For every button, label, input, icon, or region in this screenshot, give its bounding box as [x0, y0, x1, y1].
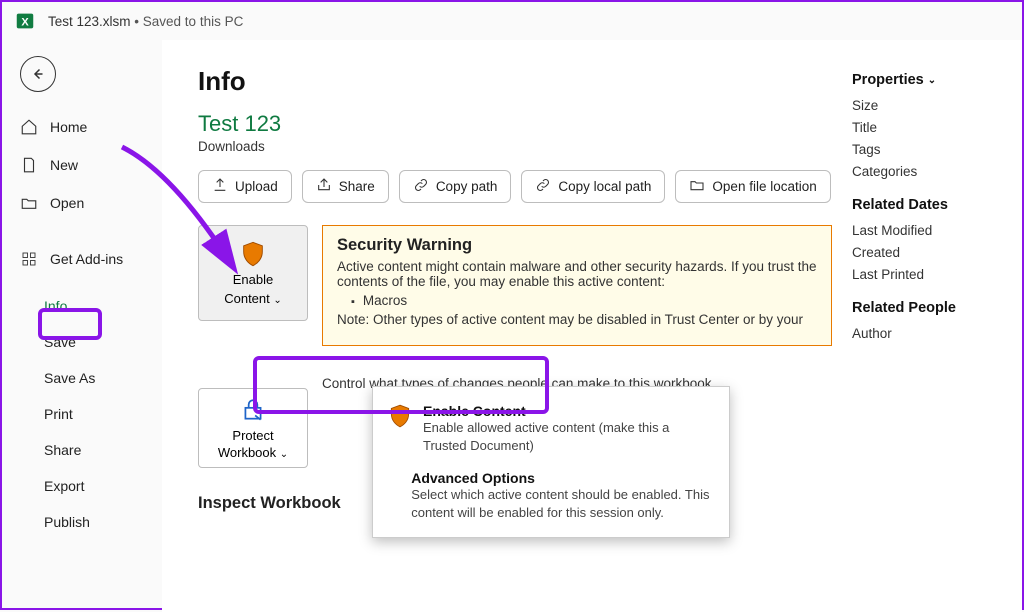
action-button-row: Upload Share Copy path Copy local path O…	[198, 170, 832, 203]
titlebar: X Test 123.xlsm • Saved to this PC	[2, 2, 1022, 40]
chevron-down-icon: ⌄	[928, 75, 936, 86]
shield-icon	[239, 240, 267, 268]
addins-icon	[20, 250, 38, 268]
menu-item-desc: Select which active content should be en…	[411, 486, 715, 521]
security-warning-text: Active content might contain malware and…	[337, 259, 817, 289]
sidebar-item-print[interactable]: Print	[2, 396, 162, 432]
menu-item-desc: Enable allowed active content (make this…	[423, 419, 715, 454]
button-label: Content	[224, 291, 270, 306]
property-size[interactable]: Size	[852, 98, 1012, 113]
menu-item-advanced-options[interactable]: Advanced Options Select which active con…	[373, 462, 729, 529]
security-warning-list-item: Macros	[351, 293, 817, 308]
menu-item-title: Advanced Options	[411, 470, 715, 486]
sidebar-item-label: New	[50, 157, 78, 173]
property-created: Created	[852, 245, 1012, 260]
enable-content-button[interactable]: Enable Content ⌄	[198, 225, 308, 321]
main-panel: Info Test 123 Downloads Upload Share Cop…	[162, 40, 1022, 612]
window-title: Test 123.xlsm • Saved to this PC	[48, 14, 243, 29]
button-label: Copy local path	[558, 179, 651, 194]
upload-button[interactable]: Upload	[198, 170, 292, 203]
properties-panel: Properties ⌄ Size Title Tags Categories …	[852, 66, 1012, 612]
open-icon	[20, 194, 38, 212]
page-title: Info	[198, 66, 832, 97]
excel-icon: X	[14, 10, 36, 32]
sidebar-item-label: Open	[50, 195, 84, 211]
sidebar-item-save[interactable]: Save	[2, 324, 162, 360]
sidebar: Home New Open Get Add-ins Info Save Save…	[2, 40, 162, 612]
related-people-header: Related People	[852, 300, 1012, 316]
property-title[interactable]: Title	[852, 120, 1012, 135]
sidebar-item-label: Home	[50, 119, 87, 135]
sidebar-item-saveas[interactable]: Save As	[2, 360, 162, 396]
button-label: Share	[339, 179, 375, 194]
chevron-down-icon: ⌄	[280, 449, 288, 460]
sidebar-item-label: Info	[44, 298, 67, 314]
security-warning-title: Security Warning	[337, 236, 817, 255]
open-location-button[interactable]: Open file location	[675, 170, 830, 203]
document-location: Downloads	[198, 139, 832, 154]
enable-content-dropdown: Enable Content Enable allowed active con…	[372, 386, 730, 538]
sidebar-item-info[interactable]: Info	[2, 288, 162, 324]
property-last-printed: Last Printed	[852, 267, 1012, 282]
property-author: Author	[852, 326, 1012, 341]
copy-local-path-button[interactable]: Copy local path	[521, 170, 665, 203]
header-label: Properties	[852, 72, 924, 88]
property-tags[interactable]: Tags	[852, 142, 1012, 157]
back-button[interactable]	[20, 56, 56, 92]
document-title: Test 123	[198, 111, 832, 137]
button-label: Copy path	[436, 179, 498, 194]
spacer	[387, 470, 401, 521]
sidebar-item-addins[interactable]: Get Add-ins	[2, 240, 162, 278]
sidebar-item-open[interactable]: Open	[2, 184, 162, 222]
folder-icon	[689, 177, 705, 196]
related-dates-header: Related Dates	[852, 197, 1012, 213]
button-label: Open file location	[712, 179, 816, 194]
menu-item-enable-content[interactable]: Enable Content Enable allowed active con…	[373, 395, 729, 462]
link-icon	[413, 177, 429, 196]
upload-icon	[212, 177, 228, 196]
share-button[interactable]: Share	[302, 170, 389, 203]
link-icon	[535, 177, 551, 196]
sidebar-item-export[interactable]: Export	[2, 468, 162, 504]
button-label: Workbook	[218, 445, 276, 460]
property-categories[interactable]: Categories	[852, 164, 1012, 179]
protect-icon	[240, 397, 266, 426]
protect-workbook-button[interactable]: Protect Workbook ⌄	[198, 388, 308, 468]
new-icon	[20, 156, 38, 174]
shield-icon	[387, 403, 413, 454]
sidebar-item-publish[interactable]: Publish	[2, 504, 162, 540]
security-warning-note: Note: Other types of active content may …	[337, 312, 817, 327]
sidebar-item-new[interactable]: New	[2, 146, 162, 184]
svg-text:X: X	[21, 17, 29, 29]
button-label: Protect	[232, 428, 273, 443]
share-icon	[316, 177, 332, 196]
button-label: Upload	[235, 179, 278, 194]
copy-path-button[interactable]: Copy path	[399, 170, 512, 203]
properties-header[interactable]: Properties ⌄	[852, 72, 1012, 88]
menu-item-title: Enable Content	[423, 403, 715, 419]
button-label: Enable	[233, 272, 273, 287]
property-last-modified: Last Modified	[852, 223, 1012, 238]
sidebar-item-home[interactable]: Home	[2, 108, 162, 146]
sidebar-item-share[interactable]: Share	[2, 432, 162, 468]
chevron-down-icon: ⌄	[273, 295, 281, 306]
security-warning-panel: Security Warning Active content might co…	[322, 225, 832, 346]
home-icon	[20, 118, 38, 136]
sidebar-item-label: Get Add-ins	[50, 251, 123, 267]
